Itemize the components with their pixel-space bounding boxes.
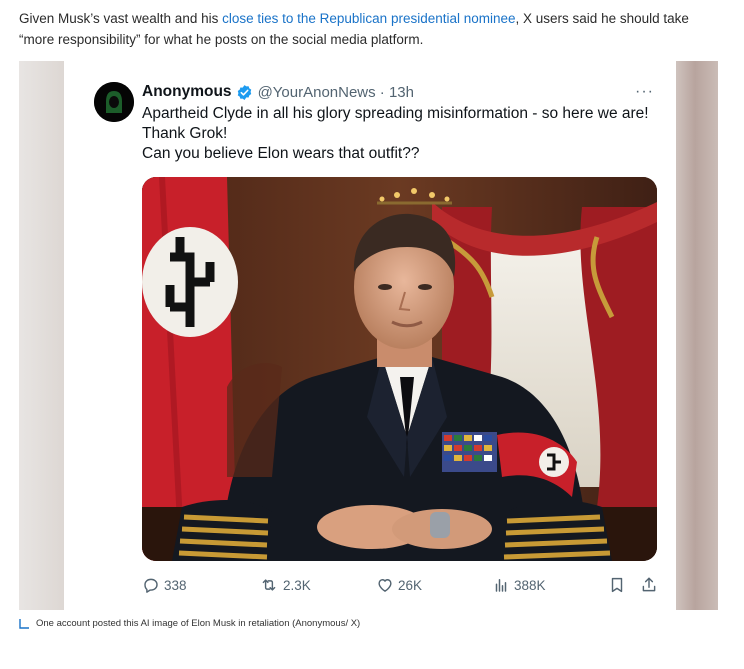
tweet-actions-bar: 338 2.3K 26K 388K: [142, 573, 660, 597]
tweet-text: Apartheid Clyde in all his glory spreadi…: [142, 104, 662, 164]
verified-badge-icon: [236, 84, 253, 101]
more-options-icon[interactable]: ···: [635, 83, 654, 101]
share-button[interactable]: [640, 573, 662, 597]
embed-background-right: [676, 61, 718, 610]
repost-count: 2.3K: [283, 577, 311, 593]
reply-count: 338: [164, 577, 187, 593]
bookmark-icon: [611, 577, 623, 593]
like-button[interactable]: 26K: [376, 573, 422, 597]
repost-button[interactable]: 2.3K: [259, 573, 311, 597]
repost-icon: [262, 579, 276, 591]
tweet-header: Anonymous @YourAnonNews · 13h: [142, 82, 414, 102]
views-icon: [495, 579, 507, 592]
reply-icon: [144, 578, 158, 593]
bookmark-button[interactable]: [608, 573, 630, 597]
article-intro-paragraph: Given Musk’s vast wealth and his close t…: [19, 8, 719, 50]
heart-icon: [378, 579, 392, 592]
view-count: 388K: [514, 577, 546, 593]
like-count: 26K: [398, 577, 423, 593]
tweet-card[interactable]: Anonymous @YourAnonNews · 13h ··· Aparth…: [64, 61, 676, 610]
image-caption: One account posted this AI image of Elon…: [19, 618, 360, 629]
views-button[interactable]: 388K: [492, 573, 546, 597]
embedded-tweet-frame: Anonymous @YourAnonNews · 13h ··· Aparth…: [19, 61, 718, 610]
tweet-text-line: Can you believe Elon wears that outfit??: [142, 145, 420, 162]
display-name[interactable]: Anonymous: [142, 83, 232, 101]
tweet-image[interactable]: [142, 177, 657, 561]
tweet-text-line: Apartheid Clyde in all his glory spreadi…: [142, 105, 649, 122]
reply-button[interactable]: 338: [142, 573, 187, 597]
tweet-text-line: Thank Grok!: [142, 125, 228, 142]
avatar[interactable]: [94, 82, 134, 122]
republican-nominee-link[interactable]: close ties to the Republican presidentia…: [222, 11, 515, 26]
handle-and-time[interactable]: @YourAnonNews · 13h: [258, 84, 414, 101]
embed-background-left: [19, 61, 64, 610]
ai-generated-portrait: [142, 177, 657, 561]
intro-text-before: Given Musk’s vast wealth and his: [19, 11, 223, 26]
caption-corner-icon: [19, 618, 29, 629]
share-icon: [642, 577, 656, 592]
caption-text: One account posted this AI image of Elon…: [36, 618, 361, 629]
